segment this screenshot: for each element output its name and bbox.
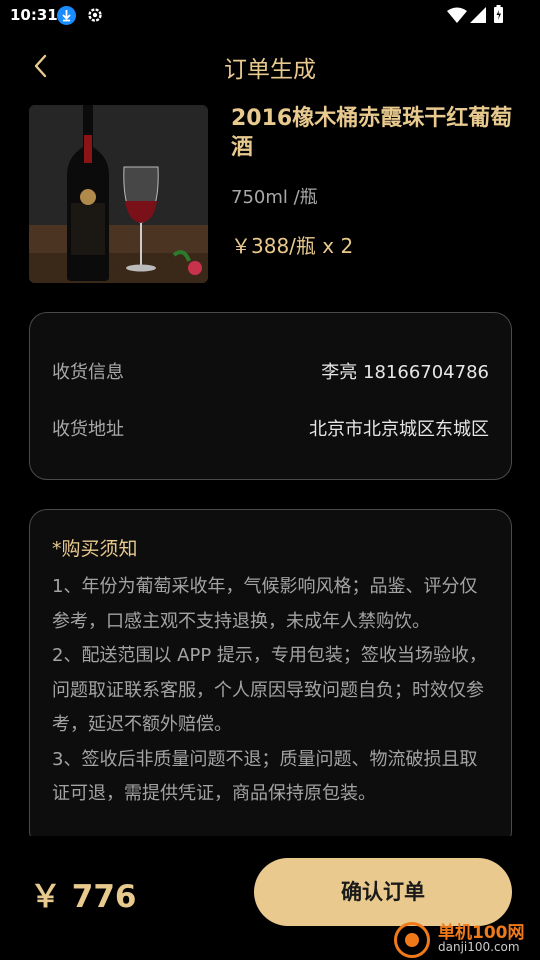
- product-name: 2016橡木桶赤霞珠干红葡萄酒: [231, 106, 513, 160]
- product-price: ￥388/瓶 x 2: [231, 234, 354, 258]
- signal-icon: [470, 7, 486, 23]
- status-bar: 10:31: [0, 0, 540, 32]
- watermark-domain: danji100.com: [438, 940, 520, 954]
- wifi-icon: [447, 7, 467, 23]
- purchase-notice-card: *购买须知 1、年份为葡萄采收年，气候影响风格；品鉴、评分仅参考，口感主观不支持…: [29, 509, 512, 849]
- watermark-logo-icon: [394, 922, 430, 958]
- download-icon: [57, 6, 76, 25]
- address-row[interactable]: 收货地址 北京市北京城区东城区: [52, 415, 489, 445]
- page-title: 订单生成: [224, 57, 316, 83]
- battery-icon: [494, 5, 503, 23]
- notice-line: 1、年份为葡萄采收年，气候影响风格；品鉴、评分仅参考，口感主观不支持退换，未成年…: [52, 576, 478, 632]
- total-price: ￥ 776: [30, 879, 137, 915]
- contact-row[interactable]: 收货信息 李亮 18166704786: [52, 358, 489, 388]
- watermark: 单机100网 danji100.com: [392, 916, 540, 960]
- delivery-info-card: 收货信息 李亮 18166704786 收货地址 北京市北京城区东城区: [29, 312, 512, 480]
- nav-bar: 订单生成: [0, 36, 540, 96]
- address-value: 北京市北京城区东城区: [309, 419, 489, 440]
- product-image: [29, 105, 208, 283]
- notice-line: 2、配送范围以 APP 提示，专用包装；签收当场验收，问题取证联系客服，个人原因…: [52, 645, 487, 735]
- contact-value: 李亮 18166704786: [321, 362, 489, 383]
- status-time: 10:31: [10, 6, 58, 24]
- notice-line: 3、签收后非质量问题不退；质量问题、物流破损且取证可退，需提供凭证，商品保持原包…: [52, 748, 478, 805]
- contact-label: 收货信息: [52, 362, 124, 383]
- gear-icon: [86, 6, 104, 24]
- notice-body: 1、年份为葡萄采收年，气候影响风格；品鉴、评分仅参考，口感主观不支持退换，未成年…: [52, 570, 492, 812]
- notice-title: *购买须知: [52, 538, 138, 560]
- address-label: 收货地址: [52, 419, 124, 440]
- product-spec: 750ml /瓶: [231, 187, 318, 208]
